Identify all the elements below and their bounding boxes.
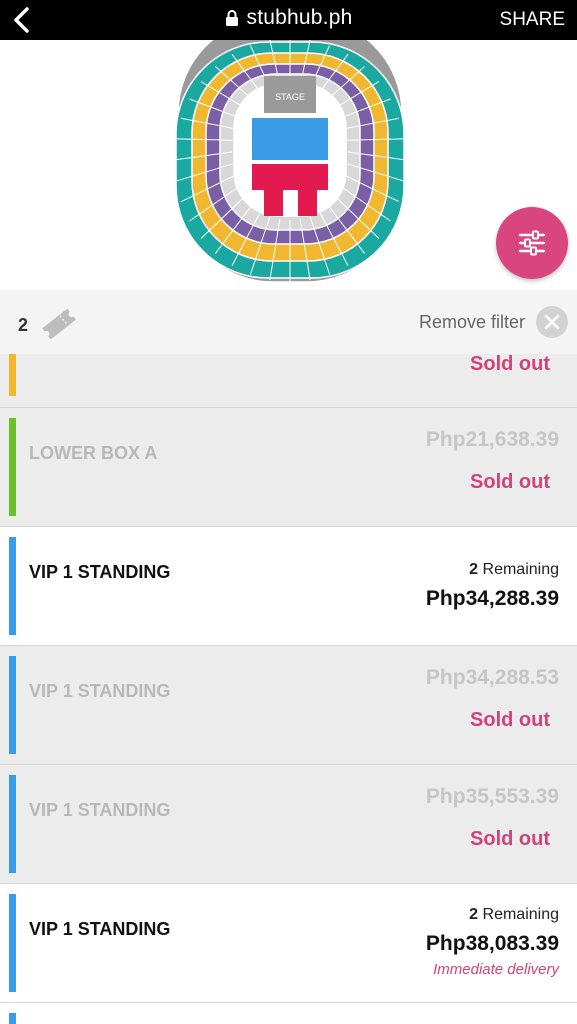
seat-map-graphic[interactable]: STAGE xyxy=(0,40,577,290)
url-text: stubhub.ph xyxy=(246,6,353,29)
section-color-bar xyxy=(9,418,16,516)
listing-price: Php34,288.39 xyxy=(425,587,559,610)
section-name: LOWER BOX A xyxy=(29,443,158,463)
stage-label: STAGE xyxy=(275,92,305,102)
remaining-label: Remaining xyxy=(482,561,559,578)
listing-row[interactable]: VIP 1 STANDING 2 Remaining Php38,083.39 … xyxy=(0,884,577,1003)
address-bar[interactable]: stubhub.ph xyxy=(0,6,577,33)
sold-out-label: Sold out xyxy=(470,709,550,731)
listing-row[interactable]: Sold out xyxy=(0,353,577,408)
listing-row[interactable]: VIP 1 STANDING Php35,553.39 Sold out xyxy=(0,765,577,884)
remaining-number: 2 xyxy=(469,561,479,578)
listing-row[interactable]: LOWER BOX A Php21,638.39 Sold out xyxy=(0,408,577,527)
remove-filter-link[interactable]: Remove filter xyxy=(419,312,525,333)
listing-price: Php38,083.39 xyxy=(425,932,559,955)
filter-bar: 2 Remove filter xyxy=(0,290,577,355)
section-name: VIP 1 STANDING xyxy=(29,681,171,701)
sold-out-label: Sold out xyxy=(470,353,550,375)
section-color-bar xyxy=(9,775,16,873)
sold-out-label: Sold out xyxy=(470,471,550,493)
section-color-bar xyxy=(9,656,16,754)
share-button[interactable]: SHARE xyxy=(500,9,565,31)
remaining-label: Remaining xyxy=(482,906,559,923)
ticket-quantity[interactable]: 2 xyxy=(18,315,28,336)
listing-price: Php21,638.39 xyxy=(425,428,559,451)
remaining-number: 2 xyxy=(469,906,479,923)
listing-price: Php34,288.53 xyxy=(425,666,559,689)
section-color-bar xyxy=(9,894,16,992)
sold-out-label: Sold out xyxy=(470,828,550,850)
listing-row[interactable] xyxy=(0,1003,577,1024)
vip-standing-section[interactable] xyxy=(252,118,328,160)
section-color-bar xyxy=(9,1013,16,1024)
clear-filter-button[interactable] xyxy=(536,306,568,338)
listing-row[interactable]: VIP 1 STANDING Php34,288.53 Sold out xyxy=(0,646,577,765)
lock-icon xyxy=(225,9,239,33)
browser-bar: stubhub.ph SHARE xyxy=(0,0,577,40)
listing-price: Php35,553.39 xyxy=(425,785,559,808)
section-color-bar xyxy=(9,537,16,635)
section-name: VIP 1 STANDING xyxy=(29,919,171,939)
sliders-icon xyxy=(518,230,546,256)
section-name: VIP 1 STANDING xyxy=(29,562,171,582)
immediate-delivery-label: Immediate delivery xyxy=(433,961,559,978)
remaining-count: 2 Remaining xyxy=(469,561,559,579)
ticket-icon[interactable] xyxy=(37,302,81,351)
filter-settings-button[interactable] xyxy=(496,207,568,279)
seat-map[interactable]: STAGE xyxy=(0,40,577,290)
section-color-bar xyxy=(9,354,16,396)
close-icon xyxy=(544,314,560,330)
listing-row[interactable]: VIP 1 STANDING 2 Remaining Php34,288.39 xyxy=(0,527,577,646)
section-name: VIP 1 STANDING xyxy=(29,800,171,820)
remaining-count: 2 Remaining xyxy=(469,906,559,924)
